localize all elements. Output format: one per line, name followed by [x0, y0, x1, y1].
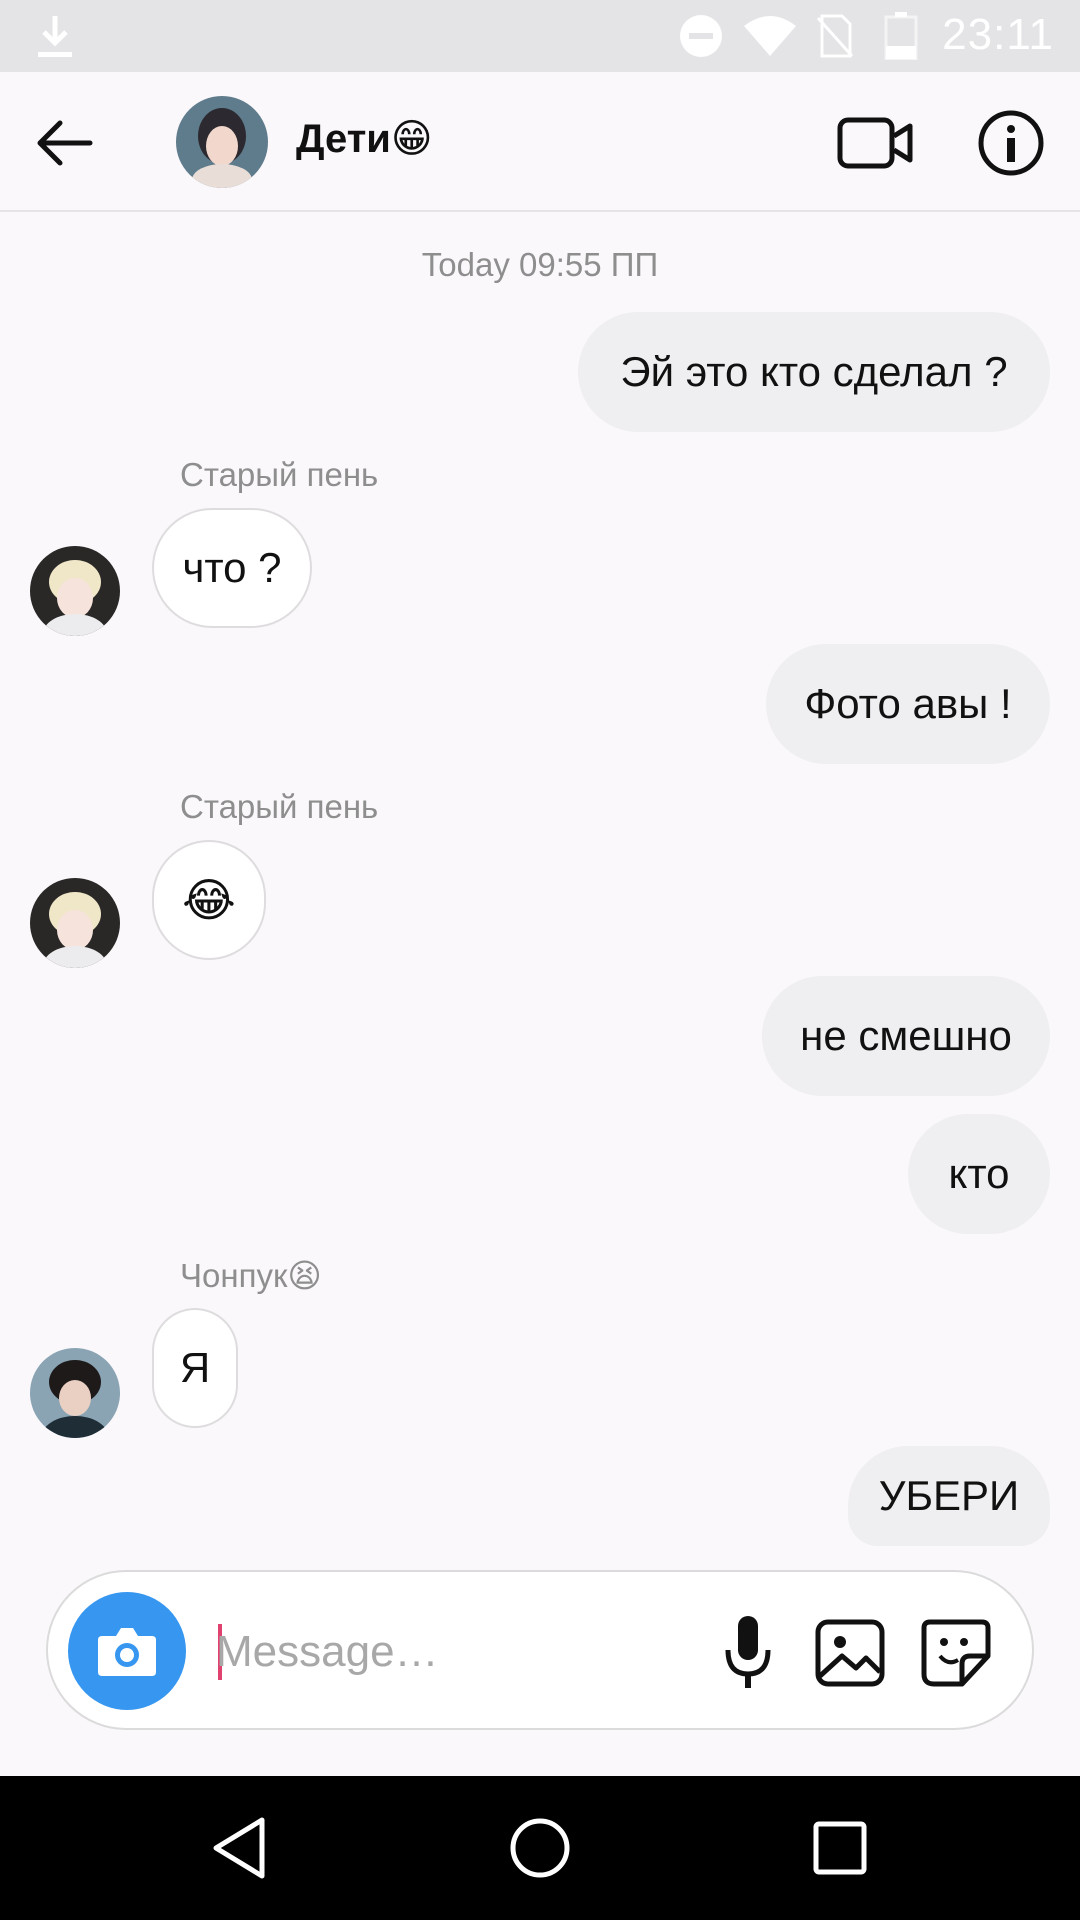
nav-recents-icon[interactable]: [804, 1812, 876, 1884]
battery-icon: [884, 12, 918, 60]
message-input[interactable]: [216, 1612, 716, 1692]
message-bubble-outgoing[interactable]: кто: [908, 1114, 1050, 1234]
chat-header: Дети😁: [0, 72, 1080, 212]
video-call-icon[interactable]: [836, 108, 916, 178]
status-time: 23:11: [942, 10, 1054, 59]
microphone-icon[interactable]: [708, 1610, 788, 1694]
message-bubble-outgoing[interactable]: не смешно: [762, 976, 1050, 1096]
status-bar: 23:11: [0, 0, 1080, 72]
message-bubble-incoming[interactable]: Я: [152, 1308, 238, 1428]
download-icon: [38, 16, 72, 57]
avatar[interactable]: [30, 546, 120, 636]
message-sender: Старый пень: [180, 788, 379, 825]
system-nav-bar: [0, 1776, 1080, 1920]
message-bubble-outgoing[interactable]: Эй это кто сделал ?: [578, 312, 1050, 432]
do-not-disturb-icon: [680, 15, 722, 57]
group-avatar[interactable]: [176, 96, 268, 188]
camera-icon: [98, 1628, 156, 1676]
message-bubble-outgoing[interactable]: Фото авы !: [766, 644, 1050, 764]
thread-timestamp: Today 09:55 ПП: [421, 246, 659, 283]
message-bubble-incoming[interactable]: 😂: [152, 840, 266, 960]
message-composer: [46, 1570, 1034, 1730]
avatar[interactable]: [30, 1348, 120, 1438]
wifi-icon: [744, 16, 796, 56]
chat-title[interactable]: Дети😁: [296, 116, 433, 162]
camera-button[interactable]: [68, 1592, 186, 1710]
message-bubble-incoming[interactable]: что ?: [152, 508, 312, 628]
message-sender: Чонпук😫: [180, 1257, 322, 1294]
avatar[interactable]: [30, 878, 120, 968]
info-icon[interactable]: [976, 108, 1046, 178]
back-arrow-icon[interactable]: [30, 108, 100, 178]
gallery-icon[interactable]: [810, 1610, 890, 1694]
message-bubble-outgoing[interactable]: УБЕРИ: [848, 1446, 1050, 1546]
composer-divider: [0, 1546, 1080, 1570]
nav-home-icon[interactable]: [504, 1812, 576, 1884]
nav-back-icon[interactable]: [206, 1812, 278, 1884]
no-sim-icon: [816, 14, 854, 58]
sticker-icon[interactable]: [916, 1610, 996, 1694]
message-sender: Старый пень: [180, 456, 379, 493]
